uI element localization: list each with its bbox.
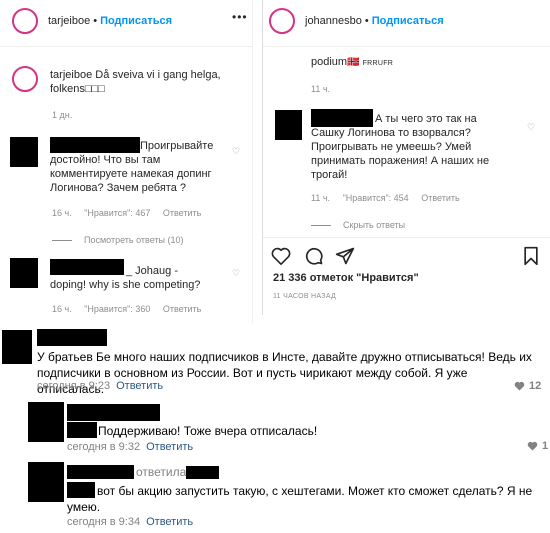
post-header: johannesbo • Подписаться	[269, 8, 444, 34]
comment-reply[interactable]: Ответить	[163, 208, 201, 218]
heart-icon	[514, 381, 525, 391]
divider	[0, 46, 252, 47]
post-header: tarjeiboe • Подписаться	[12, 8, 172, 34]
left-instagram-post: tarjeiboe • Подписаться ••• tarjeiboe Då…	[0, 0, 253, 323]
comment-like-icon[interactable]: ♡	[232, 146, 240, 157]
comment-text-b: Сашку Логинова то взорвался? Проигрывать…	[311, 127, 490, 181]
redacted-mention	[67, 422, 97, 438]
comment-reply[interactable]: Ответить	[421, 193, 459, 203]
comment-like-icon[interactable]: ♡	[527, 122, 535, 133]
redacted-avatar	[10, 258, 38, 288]
redacted-avatar	[28, 402, 64, 442]
reply-link[interactable]: Ответить	[146, 441, 193, 453]
comment-text-a: А ты чего это так на	[375, 113, 477, 125]
redacted-username	[67, 465, 134, 479]
bookmark-icon[interactable]	[522, 246, 540, 266]
redacted-username	[67, 404, 160, 421]
redacted-username	[37, 329, 107, 346]
caption-username[interactable]: tarjeiboe	[50, 69, 92, 81]
comment-text-a: _ Johaug -	[126, 265, 178, 277]
avatar[interactable]	[269, 8, 295, 34]
likes-count[interactable]: 21 336 отметок "Нравится"	[273, 272, 419, 284]
comment-time[interactable]: сегодня в 9:23	[37, 380, 110, 392]
caption: tarjeiboe Då sveiva vi i gang helga, fol…	[50, 68, 245, 96]
username[interactable]: johannesbo	[305, 15, 362, 27]
comment-reply[interactable]: Ответить	[163, 304, 201, 314]
redacted-username	[311, 109, 373, 127]
redacted-avatar	[10, 137, 38, 167]
comment-text-b: doping! why is she competing?	[50, 279, 201, 291]
previous-comment-tail: podium🇳🇴 FRRUFR	[311, 56, 394, 68]
redacted-avatar	[2, 330, 32, 364]
redacted-username	[50, 259, 124, 275]
like-count: 1	[542, 440, 549, 452]
comment-likes[interactable]: "Нравится": 467	[84, 208, 150, 218]
comment-age: 16 ч.	[52, 208, 72, 218]
comment-meta: сегодня в 9:34 Ответить	[67, 516, 193, 528]
username[interactable]: tarjeiboe	[48, 15, 90, 27]
right-instagram-post: johannesbo • Подписаться podium🇳🇴 FRRUFR…	[262, 0, 550, 315]
comment-age: 16 ч.	[52, 304, 72, 314]
comment-text: вот бы акцию запустить такую, с хештегам…	[67, 484, 533, 514]
hide-replies[interactable]: Скрыть ответы	[311, 220, 405, 230]
redacted-avatar	[275, 110, 302, 140]
post-time: 11 ЧАСОВ НАЗАД	[273, 293, 337, 300]
redacted-mention	[186, 466, 219, 479]
caption-avatar[interactable]	[12, 66, 38, 92]
heart-icon	[527, 441, 538, 451]
divider	[263, 46, 550, 47]
reply-link[interactable]: Ответить	[146, 516, 193, 528]
comment-likes[interactable]: "Нравится": 360	[84, 304, 150, 314]
like-count: 12	[529, 380, 542, 392]
comment-time[interactable]: сегодня в 9:32	[67, 441, 140, 453]
comment-likes[interactable]: "Нравится": 454	[343, 193, 409, 203]
redacted-avatar	[28, 462, 64, 502]
view-replies-label[interactable]: Посмотреть ответы (10)	[84, 235, 184, 245]
comment-meta: 16 ч. "Нравится": 360 Ответить	[52, 304, 211, 314]
caption-emoji: □□□	[84, 83, 105, 95]
separator-dot: •	[364, 15, 369, 27]
comment-icon[interactable]	[304, 246, 324, 266]
like-button[interactable]: 1	[527, 440, 548, 452]
comment-meta: сегодня в 9:23 Ответить	[37, 380, 163, 392]
follow-button[interactable]: Подписаться	[100, 15, 172, 27]
replied-label: ответила	[136, 465, 187, 479]
comment-time[interactable]: сегодня в 9:34	[67, 516, 140, 528]
comment-meta: сегодня в 9:32 Ответить	[67, 441, 193, 453]
view-replies[interactable]: Посмотреть ответы (10)	[52, 235, 184, 245]
divider	[263, 237, 550, 238]
separator-dot: •	[93, 15, 98, 27]
heart-icon[interactable]	[271, 247, 291, 265]
comment-age: 11 ч.	[311, 193, 331, 203]
hide-replies-label[interactable]: Скрыть ответы	[343, 220, 405, 230]
caption-age: 1 дн.	[52, 110, 73, 120]
comment-text: Поддерживаю! Тоже вчера отписалась!	[98, 424, 318, 438]
comment-meta: 11 ч. "Нравится": 454 Ответить	[311, 193, 470, 203]
comment-meta: 16 ч. "Нравится": 467 Ответить	[52, 208, 211, 218]
comment-age: 11 ч.	[311, 84, 331, 94]
comment-like-icon[interactable]: ♡	[232, 268, 240, 279]
avatar[interactable]	[12, 8, 38, 34]
like-button[interactable]: 12	[514, 380, 541, 392]
share-icon[interactable]	[335, 246, 355, 266]
comment-text: Проигрывайте достойно! Что вы там коммен…	[50, 140, 214, 194]
more-options-icon[interactable]: •••	[232, 10, 248, 24]
reply-link[interactable]: Ответить	[116, 380, 163, 392]
follow-button[interactable]: Подписаться	[372, 15, 444, 27]
